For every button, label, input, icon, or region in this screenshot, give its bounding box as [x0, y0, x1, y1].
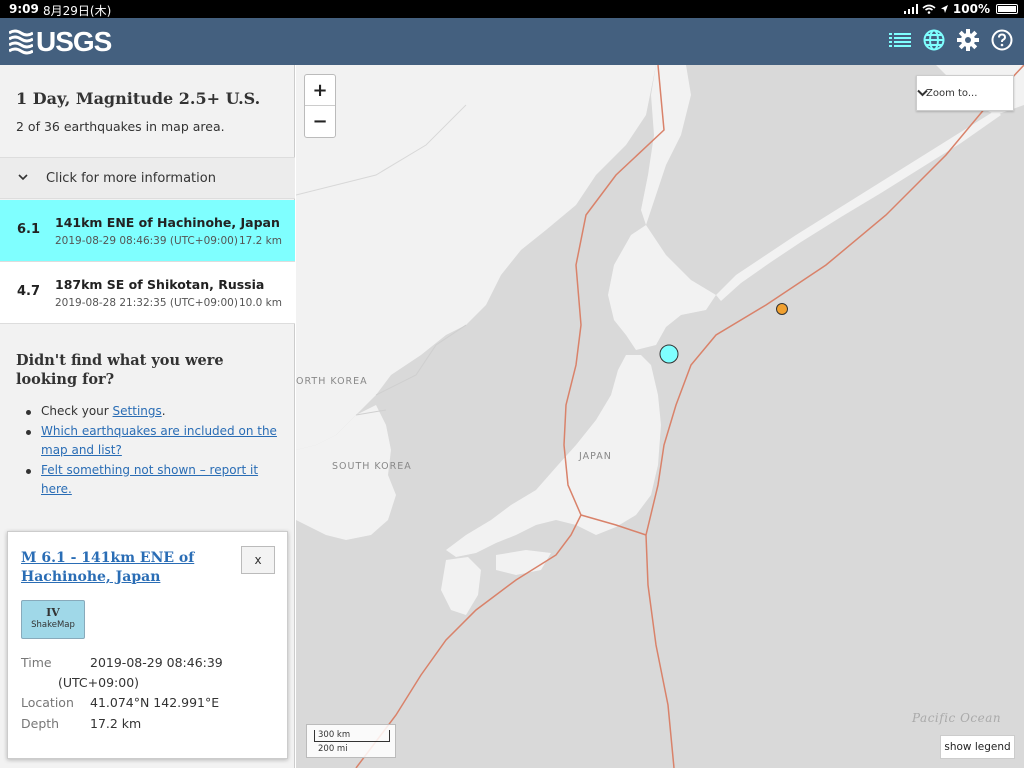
landmass-kurils: [716, 110, 1001, 301]
popup-title-link[interactable]: M 6.1 - 141km ENE of Hachinohe, Japan: [21, 549, 221, 587]
landmass-honshu: [446, 355, 661, 557]
chevron-down-icon: [917, 89, 928, 97]
logo-text: USGS: [36, 26, 112, 57]
wifi-icon: [922, 4, 936, 14]
list-title: 1 Day, Magnitude 2.5+ U.S.: [16, 89, 261, 108]
help-icon[interactable]: [990, 28, 1014, 52]
map-label-japan: JAPAN: [579, 451, 612, 462]
landmass-hokkaido: [608, 225, 716, 350]
zoom-in-button[interactable]: +: [305, 75, 335, 106]
earthquake-popup: M 6.1 - 141km ENE of Hachinohe, Japan x …: [7, 531, 288, 759]
map[interactable]: ORTH KOREA SOUTH KOREA JAPAN Pacific Oce…: [296, 65, 1024, 768]
help-item-suffix: .: [161, 404, 166, 418]
popup-close-button[interactable]: x: [241, 546, 275, 574]
earthquake-list-item[interactable]: 6.1 141km ENE of Hachinohe, Japan 2019-0…: [0, 200, 295, 262]
status-bar: 9:09 8月29日(木) 100%: [0, 0, 1024, 18]
report-felt-link[interactable]: Felt something not shown – report it her…: [41, 463, 258, 497]
zoom-control: + −: [304, 74, 336, 138]
eq-magnitude: 6.1: [17, 222, 41, 237]
battery-icon: [996, 4, 1018, 14]
map-scale: 300 km 200 mi: [306, 724, 396, 758]
help-heading: Didn't find what you were looking for?: [16, 352, 224, 388]
eq-depth: 10.0 km: [238, 297, 282, 309]
usgs-logo[interactable]: USGS: [9, 26, 112, 58]
eq-depth: 17.2 km: [238, 235, 282, 247]
zoom-to-select[interactable]: Zoom to...: [916, 75, 1014, 111]
eq-place: 187km SE of Shikotan, Russia: [55, 277, 265, 292]
status-right: 100%: [903, 2, 1018, 16]
shakemap-label: ShakeMap: [31, 620, 75, 630]
time-value: 2019-08-29 08:46:39: [90, 655, 223, 670]
location-value: 41.074°N 142.991°E: [90, 695, 220, 710]
show-legend-button[interactable]: show legend: [940, 735, 1015, 759]
time-label: Time: [21, 655, 52, 670]
more-info-label: Click for more information: [46, 171, 216, 186]
help-item-settings: Check your Settings.: [24, 402, 284, 422]
earthquake-list-item[interactable]: 4.7 187km SE of Shikotan, Russia 2019-08…: [0, 262, 295, 324]
header-icons: [888, 28, 1014, 52]
eq-time: 2019-08-28 21:32:35 (UTC+09:00): [55, 297, 238, 309]
list-count: 2 of 36 earthquakes in map area.: [16, 119, 225, 134]
landmass-mainland: [296, 65, 656, 450]
scale-mi: 200 mi: [318, 744, 348, 754]
app-header: USGS: [0, 18, 1024, 65]
help-item-prefix: Check your: [41, 404, 113, 418]
gear-icon[interactable]: [956, 28, 980, 52]
earthquake-marker: [776, 303, 788, 315]
battery-percent: 100%: [952, 2, 990, 16]
zoom-to-label: Zoom to...: [926, 88, 978, 99]
map-label-south-korea: SOUTH KOREA: [332, 461, 412, 472]
help-item-included: Which earthquakes are included on the ma…: [24, 422, 284, 461]
earthquake-marker-selected: [659, 344, 679, 364]
chevron-down-icon: [18, 174, 28, 181]
included-earthquakes-link[interactable]: Which earthquakes are included on the ma…: [41, 424, 277, 458]
status-date: 8月29日(木): [43, 4, 112, 18]
plate-boundary-line: [645, 65, 1024, 768]
globe-icon[interactable]: [922, 28, 946, 52]
status-time: 9:09: [9, 2, 39, 16]
time-zone: (UTC+09:00): [58, 675, 140, 690]
shakemap-badge[interactable]: IV ShakeMap: [21, 600, 85, 639]
signal-icon: [903, 4, 918, 14]
zoom-out-button[interactable]: −: [305, 106, 335, 137]
map-label-north-korea: ORTH KOREA: [296, 376, 368, 387]
location-label: Location: [21, 695, 74, 710]
map-label-ocean: Pacific Ocean: [912, 711, 1002, 725]
depth-label: Depth: [21, 716, 60, 731]
location-arrow-icon: [940, 5, 948, 13]
settings-link[interactable]: Settings: [113, 404, 162, 418]
shakemap-mmi: IV: [46, 606, 60, 619]
eq-magnitude: 4.7: [17, 284, 41, 299]
map-canvas: [296, 65, 1024, 768]
scale-km: 300 km: [318, 730, 351, 740]
help-list: Check your Settings. Which earthquakes a…: [24, 402, 284, 500]
eq-place: 141km ENE of Hachinohe, Japan: [55, 215, 280, 230]
more-info-toggle[interactable]: Click for more information: [0, 157, 295, 199]
usgs-wave-icon: [9, 29, 33, 55]
depth-value: 17.2 km: [90, 716, 142, 731]
eq-time: 2019-08-29 08:46:39 (UTC+09:00): [55, 235, 238, 247]
list-icon[interactable]: [888, 28, 912, 52]
help-item-report: Felt something not shown – report it her…: [24, 461, 284, 500]
landmass-kyushu: [441, 557, 481, 615]
